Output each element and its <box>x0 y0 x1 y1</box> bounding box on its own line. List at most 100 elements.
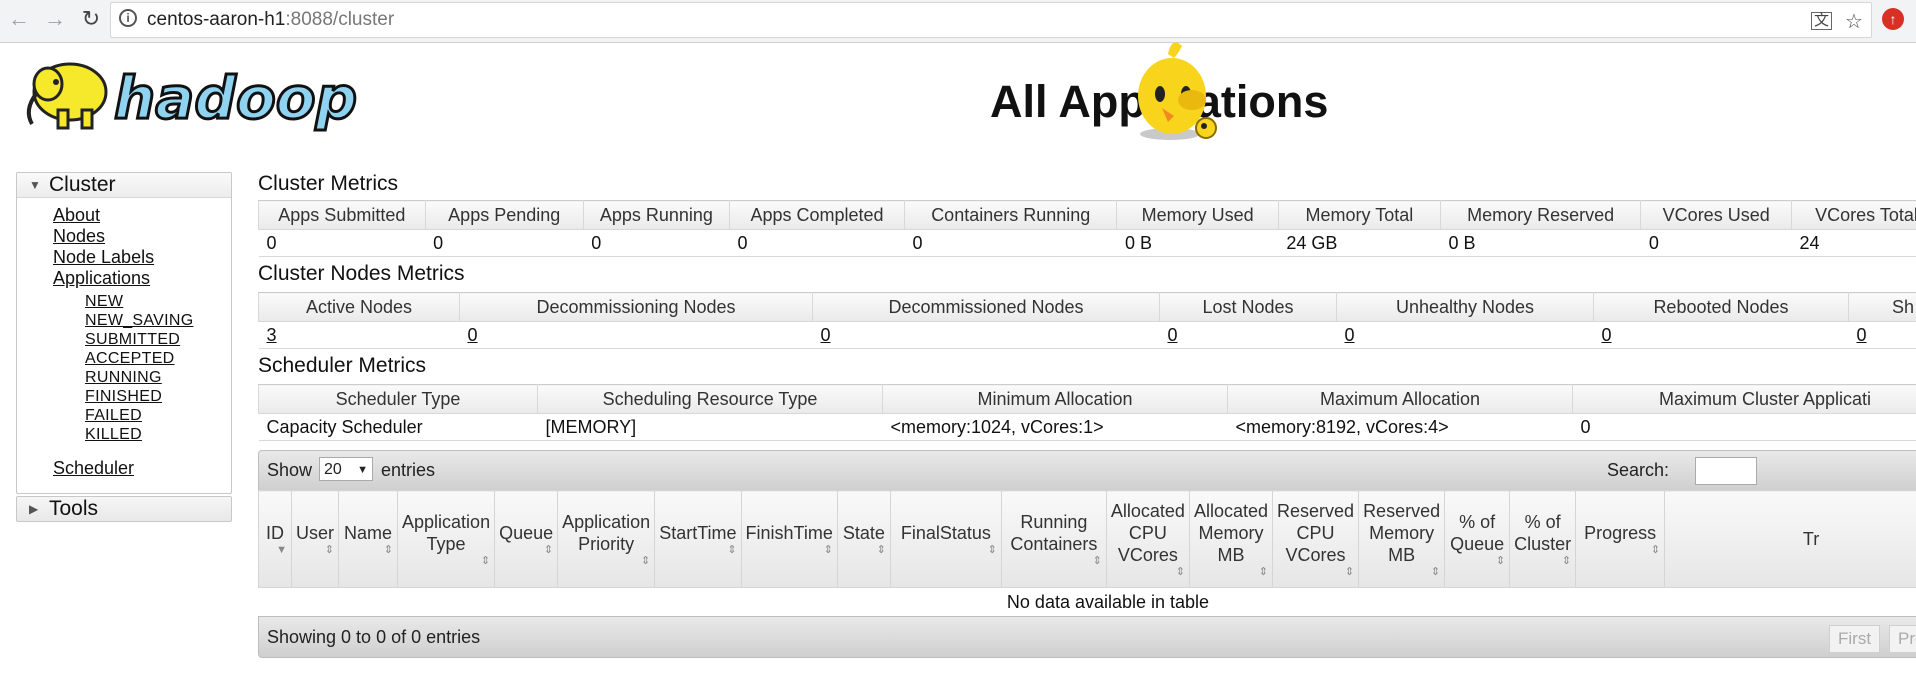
reload-icon[interactable]: ↻ <box>76 4 106 34</box>
sidebar-state-failed[interactable]: FAILED <box>85 407 142 425</box>
sort-icon: ⇕ <box>1092 555 1102 567</box>
col-user-label: User <box>296 523 335 543</box>
cell-maximum-allocation: <memory:8192, vCores:4> <box>1227 413 1573 441</box>
col-reserved-memory-label: Reserved Memory MB <box>1363 501 1441 565</box>
col-state-label: State <box>842 523 885 543</box>
sidebar-item-about[interactable]: About <box>53 205 100 226</box>
cell-memory-used: 0 B <box>1116 229 1279 257</box>
sort-icon: ⇕ <box>1175 566 1185 578</box>
col-finishtime-label: FinishTime <box>745 523 833 543</box>
col-name-label: Name <box>344 523 393 543</box>
sort-icon: ⇕ <box>1650 544 1661 556</box>
sidebar-state-accepted[interactable]: ACCEPTED <box>85 350 175 368</box>
col-application-priority[interactable]: Application Priority ⇕ <box>557 490 656 588</box>
col-tracking[interactable]: Tr <box>1664 490 1916 588</box>
col-apps-pending: Apps Pending <box>424 200 584 230</box>
col-state[interactable]: State ⇕ <box>836 490 891 588</box>
scheduler-metrics-title: Scheduler Metrics <box>258 354 427 377</box>
link-decommissioned-nodes[interactable]: 0 <box>821 325 831 345</box>
address-bar[interactable]: i centos-aaron-h1:8088/cluster 文 ☆ <box>110 2 1872 38</box>
col-allocated-cpu[interactable]: Allocated CPU VCores ⇕ <box>1105 490 1190 588</box>
sidebar-tools-panel[interactable]: ▶ Tools <box>16 496 232 522</box>
applications-table: ID ▼ User ⇕ Name ⇕ Application Type ⇕ Queue ⇕… <box>258 490 1916 617</box>
sidebar-item-applications[interactable]: Applications <box>53 268 150 289</box>
url-path: :8088/cluster <box>285 9 395 30</box>
search-input[interactable] <box>1695 457 1757 485</box>
col-starttime[interactable]: StartTime ⇕ <box>654 490 742 588</box>
col-running-containers[interactable]: Running Containers ⇕ <box>1000 490 1107 588</box>
cell-containers-running: 0 <box>904 229 1117 257</box>
sidebar-cluster-header[interactable]: ▼ Cluster <box>17 173 231 198</box>
cell-scheduling-resource-type: [MEMORY] <box>537 413 883 441</box>
link-unhealthy-nodes[interactable]: 0 <box>1345 325 1355 345</box>
col-id[interactable]: ID ▼ <box>258 490 292 588</box>
sidebar-item-nodes[interactable]: Nodes <box>53 226 105 247</box>
sort-icon: ⇕ <box>1344 566 1355 578</box>
sort-desc-icon: ▼ <box>276 544 287 556</box>
col-allocated-memory-label: Allocated Memory MB <box>1193 501 1269 565</box>
sidebar-item-scheduler[interactable]: Scheduler <box>53 458 134 479</box>
page-length-select[interactable]: 20 ▼ <box>319 457 373 481</box>
site-info-icon[interactable]: i <box>119 9 137 27</box>
forward-arrow-icon[interactable]: → <box>40 4 70 34</box>
col-application-type[interactable]: Application Type ⇕ <box>397 490 496 588</box>
link-lost-nodes[interactable]: 0 <box>1168 325 1178 345</box>
sidebar-state-submitted[interactable]: SUBMITTED <box>85 331 180 349</box>
cell-apps-completed: 0 <box>729 229 905 257</box>
sidebar-tools-header[interactable]: ▶ Tools <box>17 497 231 521</box>
first-page-button[interactable]: First <box>1829 625 1881 653</box>
sort-icon: ⇕ <box>727 544 737 556</box>
link-rebooted-nodes[interactable]: 0 <box>1602 325 1612 345</box>
sidebar-state-running[interactable]: RUNNING <box>85 369 162 387</box>
cluster-metrics-row: 0 0 0 0 0 0 B 24 GB 0 B 0 24 <box>258 229 1916 257</box>
sort-icon: ⇕ <box>1258 566 1269 578</box>
cell-apps-running: 0 <box>583 229 730 257</box>
col-name[interactable]: Name ⇕ <box>338 490 399 588</box>
cell-vcores-used: 0 <box>1640 229 1792 257</box>
link-decommissioning-nodes[interactable]: 0 <box>468 325 478 345</box>
col-finishtime[interactable]: FinishTime ⇕ <box>740 490 838 588</box>
col-reserved-memory[interactable]: Reserved Memory MB ⇕ <box>1358 490 1446 588</box>
cell-memory-reserved: 0 B <box>1440 229 1641 257</box>
sort-icon: ⇕ <box>480 555 491 567</box>
sidebar-item-node-labels[interactable]: Node Labels <box>53 247 154 268</box>
col-scheduler-type: Scheduler Type <box>258 384 538 414</box>
col-decommissioning-nodes: Decommissioning Nodes <box>459 292 813 322</box>
col-queue[interactable]: Queue ⇕ <box>494 490 559 588</box>
sidebar-state-new[interactable]: NEW <box>85 293 123 311</box>
col-user[interactable]: User ⇕ <box>290 490 340 588</box>
col-pct-queue[interactable]: % of Queue ⇕ <box>1444 490 1511 588</box>
col-apps-completed: Apps Completed <box>728 200 906 230</box>
sort-icon: ⇕ <box>987 544 997 556</box>
sidebar-state-finished[interactable]: FINISHED <box>85 388 162 406</box>
sidebar-state-killed[interactable]: KILLED <box>85 426 142 444</box>
cluster-metrics-header-row: Apps Submitted Apps Pending Apps Running… <box>258 200 1916 230</box>
translate-icon[interactable]: 文 <box>1811 12 1833 30</box>
duck-mascot-icon <box>1138 42 1217 140</box>
cell-minimum-allocation: <memory:1024, vCores:1> <box>882 413 1228 441</box>
back-arrow-icon[interactable]: ← <box>4 4 34 34</box>
link-shutdown-nodes[interactable]: 0 <box>1857 325 1867 345</box>
url-text[interactable]: centos-aaron-h1:8088/cluster <box>147 9 394 31</box>
col-progress[interactable]: Progress ⇕ <box>1575 490 1666 588</box>
col-finalstatus-label: FinalStatus <box>900 523 991 543</box>
col-pct-cluster[interactable]: % of Cluster ⇕ <box>1509 490 1577 588</box>
col-allocated-memory[interactable]: Allocated Memory MB ⇕ <box>1188 490 1274 588</box>
bookmark-star-icon[interactable]: ☆ <box>1845 9 1863 34</box>
col-pct-queue-label: % of Queue <box>1450 512 1505 554</box>
entries-label: entries <box>381 460 436 480</box>
previous-page-button[interactable]: Pre <box>1889 625 1916 653</box>
extension-icon[interactable]: ↑ <box>1882 8 1904 30</box>
col-finalstatus[interactable]: FinalStatus ⇕ <box>889 490 1002 588</box>
col-reserved-cpu[interactable]: Reserved CPU VCores ⇕ <box>1272 490 1360 588</box>
empty-message: No data available in table <box>258 587 1916 617</box>
table-controls-bottom: Showing 0 to 0 of 0 entries First Pre <box>258 616 1916 658</box>
triangle-right-icon: ▶ <box>29 502 39 516</box>
col-memory-reserved: Memory Reserved <box>1439 200 1642 230</box>
cell-vcores-total: 24 <box>1791 229 1916 257</box>
col-allocated-cpu-label: Allocated CPU VCores <box>1110 501 1185 565</box>
link-active-nodes[interactable]: 3 <box>267 325 277 345</box>
scheduler-metrics-row: Capacity Scheduler [MEMORY] <memory:1024… <box>258 413 1916 441</box>
col-starttime-label: StartTime <box>659 523 737 543</box>
sidebar-state-new-saving[interactable]: NEW_SAVING <box>85 312 194 330</box>
